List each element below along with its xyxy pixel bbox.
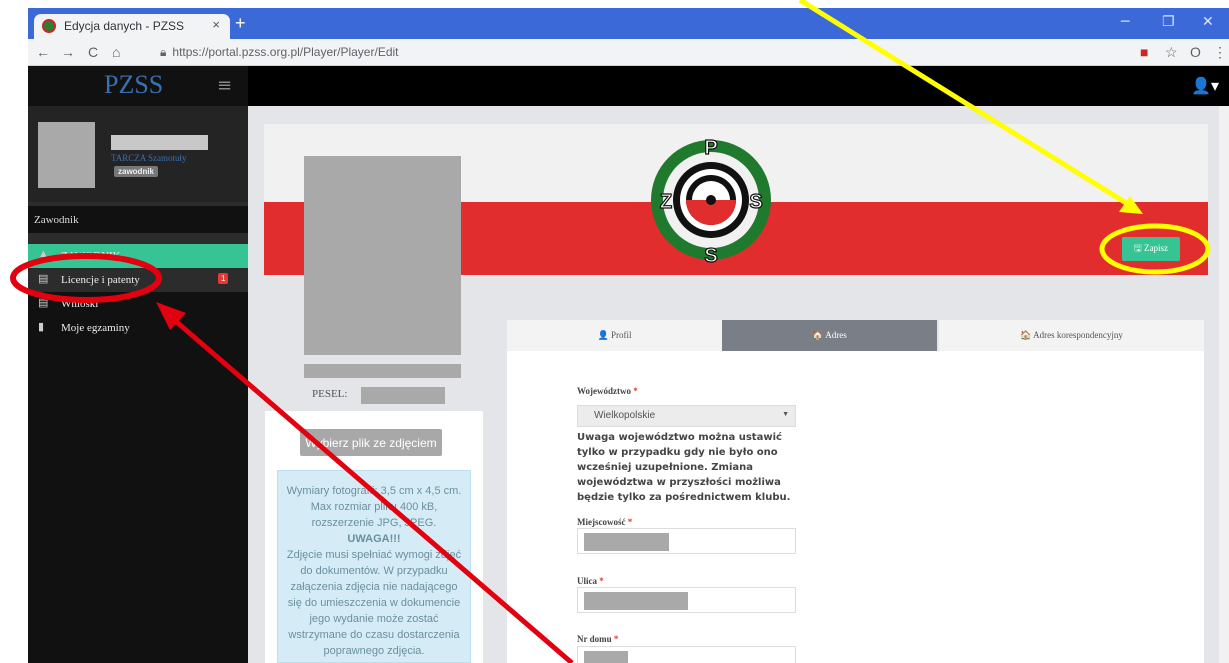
city-label-text: Miejscowość: [577, 517, 626, 527]
tab-title: Edycja danych - PZSS: [64, 19, 185, 33]
sidebar-section-label: Zawodnik: [28, 206, 248, 233]
player-photo-redacted: [304, 156, 461, 355]
upload-photo-button[interactable]: Wybierz plik ze zdjęciem: [300, 429, 442, 456]
sidebar-item-egzaminy[interactable]: ▮ Moje egzaminy: [28, 316, 248, 360]
province-label: Województwo *: [577, 386, 638, 396]
house-label-text: Nr domu: [577, 634, 612, 644]
browser-titlebar: Edycja danych - PZSS × + ─ ❐ ✕: [28, 8, 1229, 39]
back-icon[interactable]: ←: [36, 44, 50, 60]
city-value-redacted: [584, 533, 669, 551]
browser-menu-icon[interactable]: ⋮: [1213, 44, 1227, 61]
sidebar-item-label: Licencje i patenty: [61, 274, 140, 286]
brand-logo[interactable]: PZSS: [104, 70, 163, 100]
user-menu-icon[interactable]: 👤▾: [1191, 76, 1219, 95]
user-icon: ▲: [38, 248, 49, 260]
province-label-text: Województwo: [577, 386, 631, 396]
house-number-field[interactable]: [577, 646, 796, 663]
tab-adres[interactable]: 🏠 Adres: [722, 320, 937, 351]
province-note: Uwaga województwo można ustawić tylko w …: [577, 432, 791, 503]
pzss-emblem-icon: P Z S S: [651, 136, 771, 268]
province-value: Wielkopolskie: [594, 410, 656, 421]
profile-tabs: 👤 Profil 🏠 Adres 🏠 Adres korespondencyjn…: [507, 320, 1204, 351]
page-scrollbar[interactable]: [1219, 106, 1229, 663]
chevron-down-icon: ▼: [782, 411, 789, 418]
bookmark-star-icon[interactable]: ☆: [1165, 44, 1178, 61]
house-value-redacted: [584, 651, 628, 663]
top-navbar: 👤▾: [248, 66, 1229, 106]
street-value-redacted: [584, 592, 688, 610]
address-bar: ← → C ⌂ 🔒︎ https://portal.pzss.org.pl/Pla…: [28, 39, 1229, 66]
id-card-icon: ▤: [38, 273, 49, 285]
address-form: [507, 351, 1204, 663]
sidebar-item-zawodnik[interactable]: ▲ ZAWODNIK: [28, 244, 262, 268]
lock-icon: 🔒︎: [160, 45, 167, 59]
restore-icon[interactable]: ❐: [1162, 14, 1175, 30]
info-warning: UWAGA!!!: [347, 533, 401, 545]
url-text: https://portal.pzss.org.pl/Player/Player…: [172, 45, 399, 59]
sidebar-empty-area: [28, 360, 248, 663]
tab-profil[interactable]: 👤 Profil: [507, 320, 722, 351]
tab-adres-korespondencyjny[interactable]: 🏠 Adres korespondencyjny: [939, 320, 1204, 351]
hamburger-icon[interactable]: ≡: [217, 75, 232, 96]
role-badge: zawodnik: [114, 166, 159, 177]
browser-window: Edycja danych - PZSS × + ─ ❐ ✕ ← → C ⌂ 🔒…: [28, 8, 1229, 663]
sidebar-header: PZSS ≡: [28, 66, 248, 106]
sidebar-item-label: Wnioski: [61, 298, 99, 310]
forward-icon[interactable]: →: [61, 44, 75, 60]
count-badge: 1: [218, 273, 229, 284]
emblem-letter-left: Z: [660, 191, 672, 213]
house-number-label: Nr domu *: [577, 634, 618, 644]
profile-icon[interactable]: O: [1190, 44, 1201, 60]
street-label-text: Ulica: [577, 576, 597, 586]
required-mark: *: [613, 634, 619, 644]
required-mark: *: [633, 386, 638, 396]
province-select[interactable]: Wielkopolskie ▼: [577, 405, 796, 427]
extension-icon[interactable]: ■: [1140, 44, 1148, 60]
new-tab-button[interactable]: +: [235, 13, 246, 34]
required-mark: *: [599, 576, 604, 586]
user-card: TARCZA Szamotuły zawodnik: [28, 106, 248, 202]
photo-info-box: Wymiary fotografii: 3,5 cm x 4,5 cm. Max…: [277, 470, 471, 663]
user-name-redacted: [111, 135, 208, 150]
sidebar-item-licencje[interactable]: ▤ Licencje i patenty 1: [28, 268, 248, 292]
emblem-letter-right: S: [749, 191, 762, 213]
street-label: Ulica *: [577, 576, 604, 586]
browser-tab[interactable]: Edycja danych - PZSS ×: [34, 14, 230, 39]
club-name: TARCZA Szamotuły: [111, 153, 187, 163]
reload-icon[interactable]: C: [88, 44, 98, 60]
minimize-icon[interactable]: ─: [1121, 14, 1129, 30]
info-text: Wymiary fotografii: 3,5 cm x 4,5 cm. Max…: [286, 485, 462, 529]
pzss-favicon-icon: [42, 19, 56, 33]
required-mark: *: [627, 517, 633, 527]
pesel-label: PESEL:: [312, 388, 348, 400]
sidebar-item-label: ZAWODNIK: [61, 250, 121, 262]
sidebar: PZSS ≡ TARCZA Szamotuły zawodnik Zawodni…: [28, 66, 262, 663]
sidebar-item-label: Moje egzaminy: [61, 322, 130, 334]
sidebar-item-wnioski[interactable]: ▤ Wnioski: [28, 292, 248, 316]
save-button[interactable]: 🖫 Zapisz: [1122, 237, 1180, 261]
info-text-2: Zdjęcie musi spełniać wymogi zdjęć do do…: [286, 549, 462, 657]
player-name-redacted: [304, 364, 461, 378]
city-field[interactable]: [577, 528, 796, 554]
city-label: Miejscowość *: [577, 517, 632, 527]
window-close-icon[interactable]: ✕: [1202, 14, 1214, 30]
street-field[interactable]: [577, 587, 796, 613]
home-icon[interactable]: ⌂: [112, 44, 120, 60]
emblem-letter-bottom: S: [704, 245, 717, 267]
avatar: [38, 122, 95, 188]
pesel-value-redacted: [361, 387, 445, 404]
emblem-letter-top: P: [704, 137, 717, 159]
form-icon: ▤: [38, 297, 49, 309]
book-icon: ▮: [38, 321, 45, 333]
url-field[interactable]: 🔒︎ https://portal.pzss.org.pl/Player/Play…: [160, 45, 399, 60]
tab-close-icon[interactable]: ×: [212, 17, 220, 32]
